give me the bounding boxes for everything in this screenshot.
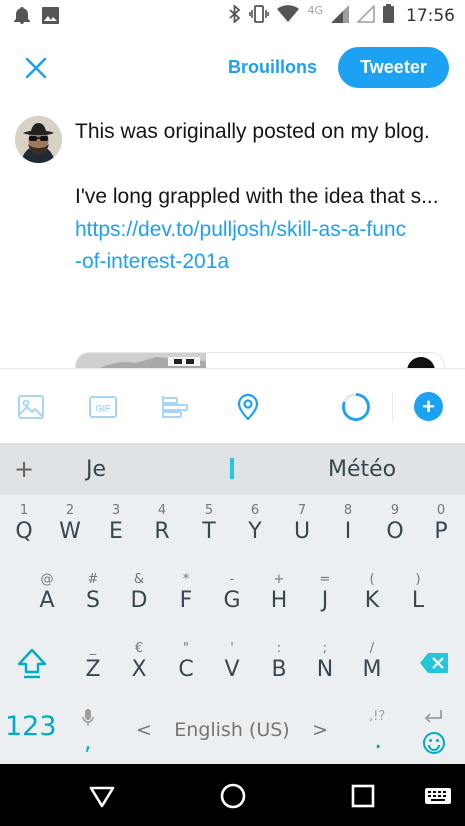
key-d[interactable]: & D bbox=[117, 566, 161, 628]
key-u[interactable]: 7U bbox=[280, 497, 324, 559]
key-k[interactable]: (K bbox=[350, 566, 394, 628]
close-icon bbox=[22, 57, 50, 86]
back-icon bbox=[88, 786, 116, 814]
drafts-button[interactable]: Brouillons bbox=[228, 57, 317, 78]
key-g[interactable]: -G bbox=[210, 566, 254, 628]
key-p[interactable]: 0P bbox=[419, 497, 463, 559]
toolbar-divider bbox=[392, 391, 393, 421]
key-v[interactable]: ' V bbox=[210, 635, 254, 697]
home-icon bbox=[219, 783, 247, 814]
compose-toolbar: GIF + bbox=[0, 368, 465, 443]
compose-header: Brouillons Tweeter bbox=[0, 32, 465, 104]
compose-textarea[interactable]: This was originally posted on my blog. I… bbox=[75, 116, 465, 356]
backspace-key[interactable] bbox=[410, 639, 458, 691]
backspace-icon bbox=[419, 652, 449, 679]
svg-text:GIF: GIF bbox=[96, 404, 112, 414]
key-b[interactable]: :B bbox=[257, 635, 301, 697]
comma-label: , bbox=[84, 727, 92, 755]
key-w[interactable]: 2W bbox=[48, 497, 92, 559]
key-c[interactable]: " C bbox=[164, 635, 208, 697]
key-i[interactable]: 8I bbox=[326, 497, 370, 559]
space-label: English (US) bbox=[174, 719, 290, 741]
period-key[interactable]: ,!? . bbox=[360, 701, 396, 761]
network-type: 4G bbox=[307, 3, 323, 17]
key-q[interactable]: 1Q bbox=[2, 497, 46, 559]
period-label: . bbox=[374, 725, 383, 755]
character-counter bbox=[340, 391, 372, 423]
key-h[interactable]: + H bbox=[257, 566, 301, 628]
bluetooth-icon bbox=[229, 3, 241, 28]
key-z[interactable]: _ Z bbox=[71, 635, 115, 697]
comma-key[interactable]: , bbox=[70, 701, 106, 761]
image-icon[interactable] bbox=[17, 393, 45, 421]
period-hint: ,!? bbox=[369, 709, 386, 724]
enter-key[interactable] bbox=[414, 701, 454, 761]
space-right-arrow: > bbox=[312, 719, 328, 741]
emoji-icon bbox=[422, 731, 446, 760]
back-button[interactable] bbox=[88, 782, 116, 810]
signal-icon bbox=[331, 4, 349, 28]
compose-link-line-2[interactable]: -of-interest-201a bbox=[75, 246, 465, 279]
key-s[interactable]: # S bbox=[71, 566, 115, 628]
key-o[interactable]: 9O bbox=[373, 497, 417, 559]
compose-paragraph-1: This was originally posted on my blog. bbox=[75, 120, 430, 143]
signal-empty-icon bbox=[356, 3, 375, 28]
add-tweet-icon: + bbox=[422, 393, 435, 419]
home-button[interactable] bbox=[219, 782, 247, 810]
add-tweet-button[interactable]: + bbox=[414, 392, 443, 421]
gif-icon[interactable]: GIF bbox=[88, 393, 117, 421]
keyboard: + Je Météo 1Q 2W 3E 4R 5T 6Y 7U 8I 9O 0P… bbox=[0, 443, 465, 764]
tweet-button[interactable]: Tweeter bbox=[338, 47, 449, 88]
key-t[interactable]: 5T bbox=[187, 497, 231, 559]
enter-icon bbox=[422, 709, 444, 730]
compose-paragraph-2: I've long grappled with the idea that s.… bbox=[75, 185, 439, 208]
image-icon bbox=[42, 7, 59, 30]
keyboard-switch-icon bbox=[424, 788, 452, 814]
key-n[interactable]: ; N bbox=[303, 635, 347, 697]
space-left-arrow: < bbox=[136, 719, 152, 741]
poll-icon[interactable] bbox=[161, 393, 189, 421]
numbers-key[interactable]: 123 bbox=[5, 711, 57, 742]
key-j[interactable]: = J bbox=[303, 566, 347, 628]
status-bar: 4G 17:56 bbox=[0, 0, 465, 32]
suggestion-plus-button[interactable]: + bbox=[14, 455, 34, 483]
suggestion-right[interactable]: Météo bbox=[328, 457, 396, 482]
battery-icon bbox=[383, 4, 394, 28]
key-l[interactable]: ) L bbox=[396, 566, 440, 628]
recents-icon bbox=[349, 784, 377, 814]
status-clock: 17:56 bbox=[406, 6, 455, 26]
key-e[interactable]: 3E bbox=[94, 497, 138, 559]
vibrate-icon bbox=[249, 4, 270, 28]
compose-link-line-1[interactable]: https://dev.to/pulljosh/skill-as-a-func bbox=[75, 214, 465, 247]
keyboard-switch-button[interactable] bbox=[424, 782, 452, 810]
suggestion-cursor bbox=[230, 458, 234, 479]
shift-icon bbox=[15, 646, 49, 685]
key-a[interactable]: @ A bbox=[25, 566, 69, 628]
space-bar[interactable]: < English (US) > bbox=[118, 701, 346, 759]
key-f[interactable]: * F bbox=[164, 566, 208, 628]
suggestion-bar: + Je Météo bbox=[0, 443, 465, 495]
close-button[interactable] bbox=[22, 54, 50, 82]
key-m[interactable]: / M bbox=[350, 635, 394, 697]
notification-icon bbox=[14, 7, 30, 30]
key-y[interactable]: 6Y bbox=[233, 497, 277, 559]
suggestion-left[interactable]: Je bbox=[86, 457, 106, 482]
avatar bbox=[15, 116, 62, 163]
key-r[interactable]: 4R bbox=[140, 497, 184, 559]
navigation-bar bbox=[0, 764, 465, 826]
location-icon[interactable] bbox=[234, 393, 262, 421]
key-x[interactable]: € X bbox=[117, 635, 161, 697]
wifi-icon bbox=[277, 4, 300, 28]
recents-button[interactable] bbox=[349, 782, 377, 810]
shift-key[interactable] bbox=[8, 639, 56, 691]
